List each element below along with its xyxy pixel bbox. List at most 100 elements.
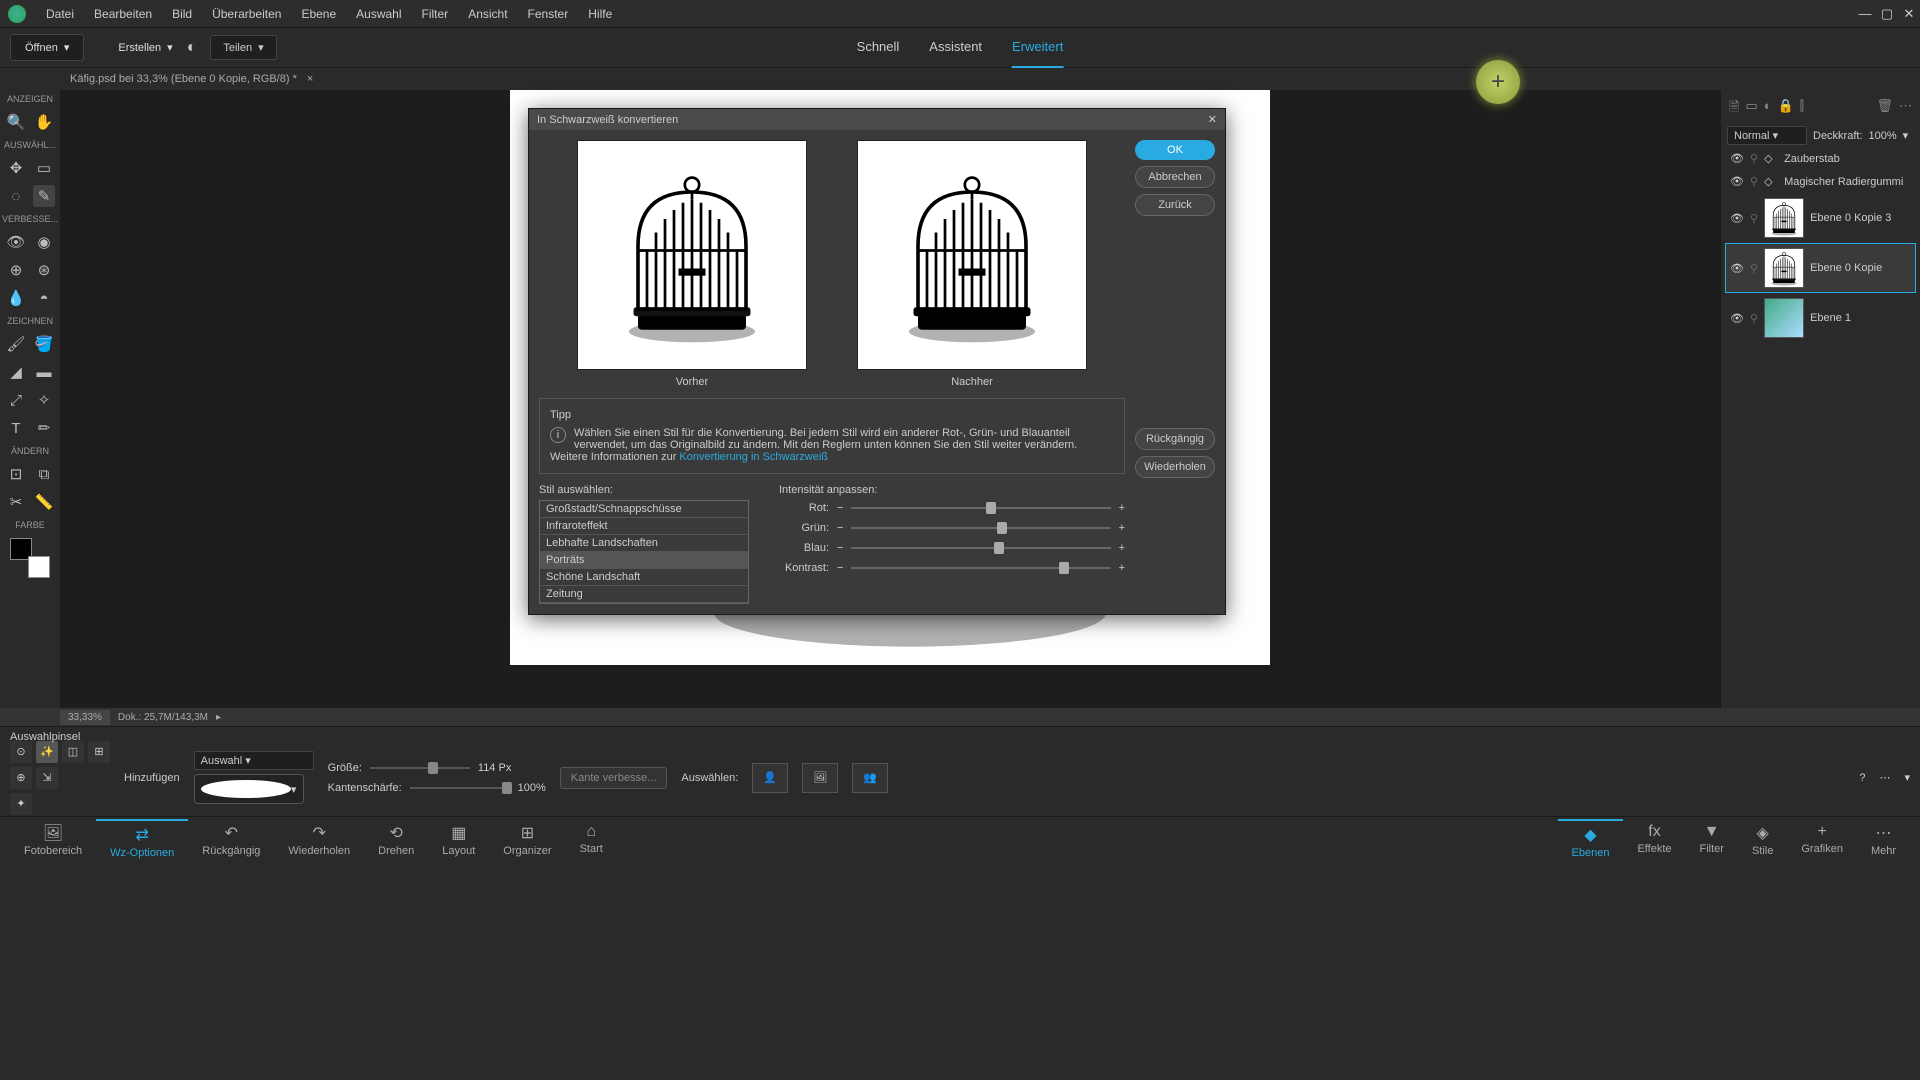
visibility-icon[interactable]: 👁 [1730,152,1744,165]
straighten-tool-icon[interactable]: 📏 [33,491,55,513]
gradient-tool-icon[interactable]: ◢ [5,361,27,383]
hand-tool-icon[interactable]: ✋ [33,111,55,133]
intensity-slider[interactable] [851,527,1110,529]
footer-rotate[interactable]: ⟲Drehen [364,819,428,863]
lock-icon[interactable]: ⚲ [1750,152,1758,165]
style-option[interactable]: Infraroteffekt [540,518,748,535]
new-layer-icon[interactable]: 🗎 [1729,98,1739,120]
footer-layout[interactable]: ▦Layout [428,819,489,863]
select-bg-icon[interactable]: 🖼 [802,763,838,793]
refine-edge-button[interactable]: Kante verbesse... [560,767,668,789]
lock-icon[interactable]: ⚲ [1750,175,1758,188]
refine-icon[interactable]: ◫ [62,741,84,763]
footer-layers[interactable]: ◆Ebenen [1558,819,1624,863]
style-option[interactable]: Lebhafte Landschaften [540,535,748,552]
redeye-tool-icon[interactable]: 👁 [5,231,27,253]
fx-icon[interactable]: ⫿ [1800,98,1804,120]
add-fab-icon[interactable]: + [1476,60,1520,104]
visibility-icon[interactable]: 👁 [1730,312,1744,325]
visibility-icon[interactable]: 👁 [1730,212,1744,225]
footer-graphics[interactable]: +Grafiken [1787,819,1857,863]
extra-icon[interactable]: ✦ [10,793,32,815]
menu-hilfe[interactable]: Hilfe [578,7,622,21]
lasso-tool-icon[interactable]: ◌ [5,185,27,207]
menu-icon[interactable]: ⋯ [1879,771,1890,784]
chevron-right-icon[interactable]: ▸ [216,712,221,723]
back-button[interactable]: Zurück [1135,194,1215,216]
intensity-slider[interactable] [851,507,1110,509]
style-listbox[interactable]: Großstadt/SchnappschüsseInfraroteffektLe… [539,500,749,604]
custom-tool-icon[interactable]: ✧ [33,389,55,411]
layer-row[interactable]: 👁⚲Ebene 0 Kopie 3 [1725,193,1916,243]
footer-styles[interactable]: ◈Stile [1738,819,1787,863]
footer-filter[interactable]: ▼Filter [1686,819,1738,863]
lock-icon[interactable]: ⚲ [1750,212,1758,225]
share-button[interactable]: Teilen ▾ [210,35,276,60]
blur-tool-icon[interactable]: 💧 [5,287,27,309]
close-window-icon[interactable]: ✕ [1898,5,1920,23]
group-icon[interactable]: ▭ [1745,98,1757,120]
menu-ebene[interactable]: Ebene [291,7,346,21]
undo-button[interactable]: Rückgängig [1135,428,1215,450]
minimize-icon[interactable]: — [1854,5,1876,23]
tab-expert[interactable]: Erweitert [1012,27,1063,68]
size-value[interactable]: 114 Px [478,762,511,774]
menu-bearbeiten[interactable]: Bearbeiten [84,7,162,21]
move-tool2-icon[interactable]: ✂ [5,491,27,513]
mask-icon[interactable]: ◐ [1764,98,1772,120]
create-button[interactable]: Erstellen ▾ [104,35,186,60]
footer-toolopt[interactable]: ⇄Wz-Optionen [96,819,188,863]
add-icon[interactable]: ⊕ [10,767,32,789]
selection-mode-select[interactable]: Auswahl ▾ [194,751,314,770]
help-icon[interactable]: ? [1859,772,1865,784]
footer-photobin[interactable]: 🖼Fotobereich [10,819,96,863]
menu-überarbeiten[interactable]: Überarbeiten [202,7,291,21]
brush-preview[interactable]: ▾ [194,774,304,804]
menu-bild[interactable]: Bild [162,7,202,21]
footer-more[interactable]: ⋯Mehr [1857,819,1910,863]
style-option[interactable]: Großstadt/Schnappschüsse [540,501,748,518]
opacity-value[interactable]: 100% [1869,130,1897,142]
panel-menu-icon[interactable]: ⋯ [1899,98,1912,120]
select-sky-icon[interactable]: 👥 [852,763,888,793]
footer-org[interactable]: ⊞Organizer [489,819,565,863]
footer-fx[interactable]: fxEffekte [1623,819,1685,863]
tip-link[interactable]: Konvertierung in Schwarzweiß [679,451,828,463]
zoom-level[interactable]: 33,33% [60,710,110,725]
cancel-button[interactable]: Abbrechen [1135,166,1215,188]
ok-button[interactable]: OK [1135,140,1215,160]
blend-mode-select[interactable]: Normal ▾ [1727,126,1807,145]
pencil-tool-icon[interactable]: ✏ [33,417,55,439]
menu-datei[interactable]: Datei [36,7,84,21]
layer-row[interactable]: 👁⚲◇Zauberstab [1725,147,1916,170]
menu-auswahl[interactable]: Auswahl [346,7,411,21]
marquee-tool-icon[interactable]: ▭ [33,157,55,179]
maximize-icon[interactable]: ▢ [1876,5,1898,23]
trash-icon[interactable]: 🗑 [1876,98,1893,120]
intensity-slider[interactable] [851,567,1110,569]
lock-icon[interactable]: ⚲ [1750,262,1758,275]
layer-row[interactable]: 👁⚲Ebene 1 [1725,293,1916,343]
hardness-slider[interactable] [410,787,510,789]
menu-fenster[interactable]: Fenster [518,7,579,21]
move-tool-icon[interactable]: ✥ [5,157,27,179]
close-tab-icon[interactable]: × [307,73,313,85]
visibility-icon[interactable]: 👁 [1730,262,1744,275]
style-option[interactable]: Porträts [540,552,748,569]
footer-redo[interactable]: ↷Wiederholen [274,819,364,863]
open-button[interactable]: Öffnen ▾ [10,34,84,61]
auto-icon[interactable]: ⊞ [88,741,110,763]
dark-mode-icon[interactable]: ◐ [187,39,197,57]
quick-select-tool-icon[interactable]: ✎ [33,185,55,207]
document-tab[interactable]: Käfig.psd bei 33,3% (Ebene 0 Kopie, RGB/… [70,73,297,85]
sponge-tool-icon[interactable]: ◓ [33,287,55,309]
tab-quick[interactable]: Schnell [857,27,900,68]
selection-brush-icon[interactable]: ⊙ [10,741,32,763]
color-swatches[interactable] [10,538,50,578]
footer-undo[interactable]: ↶Rückgängig [188,819,274,863]
recompose-tool-icon[interactable]: ⧉ [33,463,55,485]
hardness-value[interactable]: 100% [518,782,546,794]
clone-tool-icon[interactable]: ⊕ [5,259,27,281]
text-tool-icon[interactable]: T [5,417,27,439]
visibility-icon[interactable]: 👁 [1730,175,1744,188]
